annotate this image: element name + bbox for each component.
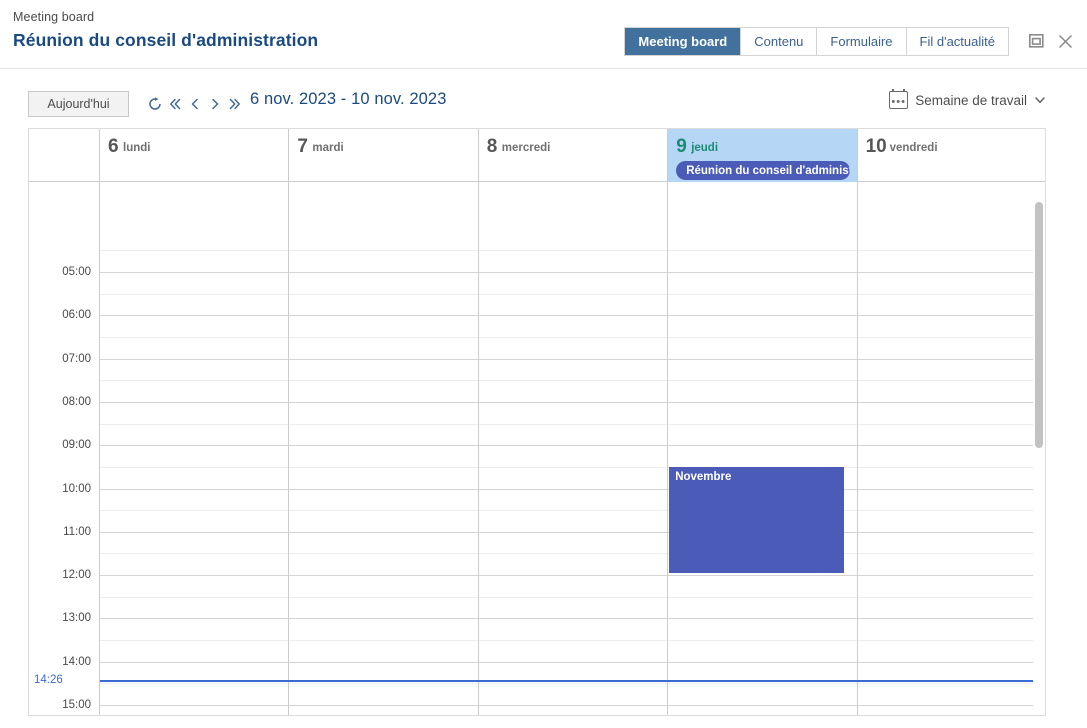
breadcrumb: Meeting board	[13, 10, 95, 24]
calendar-event[interactable]: Novembre	[669, 466, 844, 574]
tab-bar: Meeting board Contenu Formulaire Fil d'actu…	[624, 27, 1009, 56]
day-header-number: 6	[108, 136, 119, 157]
date-range-label: 6 nov. 2023 - 10 nov. 2023	[250, 90, 447, 108]
day-header-vendredi[interactable]: 10 vendredi	[858, 129, 1045, 182]
day-header-mardi[interactable]: 7 mardi	[289, 129, 479, 182]
day-header-name: lundi	[123, 142, 151, 154]
navigation-controls	[145, 92, 245, 116]
time-label: 09:00	[62, 439, 91, 452]
day-header-name: mardi	[312, 142, 344, 154]
day-header-name: jeudi	[691, 142, 719, 154]
day-header-lundi[interactable]: 6 lundi	[100, 129, 290, 182]
close-icon[interactable]	[1054, 30, 1076, 52]
current-time-label: 14:26	[34, 674, 63, 687]
chevron-double-left-icon[interactable]	[165, 92, 185, 116]
page-title: Réunion du conseil d'administration	[13, 30, 319, 50]
time-label: 15:00	[62, 699, 91, 711]
calendar-icon: •••	[889, 89, 909, 109]
current-time-line	[100, 680, 1045, 683]
time-label: 06:00	[62, 309, 91, 322]
tab-fil-d-actualit[interactable]: Fil d'actualité	[906, 28, 1008, 55]
time-label: 10:00	[62, 482, 91, 495]
day-column-jeudi[interactable]	[668, 182, 858, 715]
calendar-toolbar: Aujourd'hui 6 nov. 2023 - 10 nov. 2023 •…	[28, 88, 1046, 128]
tab-meeting-board[interactable]: Meeting board	[625, 28, 742, 55]
refresh-icon[interactable]	[145, 92, 165, 116]
chevron-down-icon	[1035, 97, 1045, 104]
day-header-name: mercredi	[501, 142, 551, 154]
scrollbar-thumb[interactable]	[1035, 202, 1043, 448]
day-header-number: 7	[297, 136, 308, 157]
time-gutter-header	[29, 129, 100, 182]
time-label: 08:00	[62, 395, 91, 408]
time-label: 13:00	[62, 612, 91, 625]
day-column-mercredi[interactable]	[479, 182, 669, 715]
time-label: 05:00	[62, 266, 91, 278]
day-header-name: vendredi	[889, 142, 938, 154]
time-gutter: 05:00 06:00 07:00 08:00 09:00 10:00 11:00 12:00…	[29, 182, 100, 715]
day-header-number: 10	[865, 136, 887, 157]
tab-formulaire[interactable]: Formulaire	[817, 28, 907, 55]
calendar-view: 6 lundi 7 mardi 8 mercredi 9 jeudi 10 vendredi Ré…	[28, 128, 1046, 716]
view-selector[interactable]: ••• Semaine de travail	[889, 89, 1046, 109]
day-header-mercredi[interactable]: 8 mercredi	[479, 129, 669, 182]
time-label: 11:00	[63, 525, 91, 538]
time-label: 07:00	[62, 352, 91, 365]
window-header: Meeting board Réunion du conseil d'admin…	[0, 0, 1087, 69]
time-label: 12:00	[62, 569, 91, 582]
restore-window-icon[interactable]	[1025, 30, 1047, 52]
chevron-double-right-icon[interactable]	[225, 92, 245, 116]
chevron-left-icon[interactable]	[185, 92, 205, 116]
all-day-row: 6 lundi 7 mardi 8 mercredi 9 jeudi 10 vendredi Ré…	[29, 129, 1045, 182]
vertical-scrollbar[interactable]	[1033, 182, 1045, 715]
day-column-lundi[interactable]	[100, 182, 290, 715]
tab-contenu[interactable]: Contenu	[741, 28, 818, 55]
today-button[interactable]: Aujourd'hui	[28, 91, 129, 117]
calendar-icon-dots: •••	[891, 96, 906, 108]
day-header-number: 8	[486, 136, 498, 157]
chevron-right-icon[interactable]	[205, 92, 225, 116]
calendar-grid-body: 05:00 06:00 07:00 08:00 09:00 10:00 11:00 12:00…	[29, 182, 1045, 715]
day-header-number: 9	[676, 136, 687, 157]
time-label: 14:00	[62, 655, 91, 668]
all-day-event[interactable]: Réunion du conseil d'administration	[676, 161, 850, 180]
view-selector-label: Semaine de travail	[915, 92, 1027, 108]
day-column-vendredi[interactable]	[858, 182, 1045, 715]
day-column-mardi[interactable]	[289, 182, 479, 715]
